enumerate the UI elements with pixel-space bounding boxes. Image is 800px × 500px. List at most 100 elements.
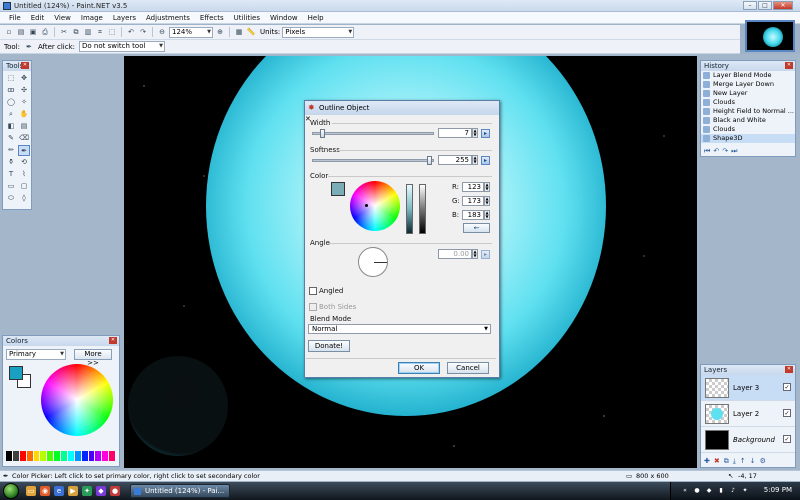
close-button[interactable]: ✕ bbox=[773, 1, 793, 10]
tray-app-icon[interactable]: ● bbox=[693, 487, 701, 495]
color-picker-tool-icon[interactable]: ✒ bbox=[18, 145, 30, 156]
undo-icon[interactable]: ↶ bbox=[126, 27, 136, 37]
rectangle-select-icon[interactable]: ⬚ bbox=[5, 73, 17, 84]
blend-mode-select[interactable]: Normal ▼ bbox=[308, 324, 491, 334]
close-icon[interactable]: ✕ bbox=[109, 337, 117, 344]
angle-spinner[interactable]: ▲ ▼ bbox=[472, 249, 478, 259]
media-icon[interactable]: ▶ bbox=[68, 486, 78, 496]
paste-icon[interactable]: ▥ bbox=[83, 27, 93, 37]
history-item[interactable]: Merge Layer Down bbox=[701, 80, 795, 89]
palette-swatch[interactable] bbox=[74, 451, 82, 461]
redo-icon[interactable]: ↷ bbox=[722, 146, 728, 156]
redo-icon[interactable]: ↷ bbox=[138, 27, 148, 37]
paintbrush-icon[interactable]: ✎ bbox=[5, 133, 17, 144]
value-slider[interactable] bbox=[419, 184, 426, 234]
pencil-icon[interactable]: ✏ bbox=[5, 145, 17, 156]
tray-chevron-icon[interactable]: « bbox=[681, 487, 689, 495]
start-button[interactable] bbox=[3, 483, 19, 499]
layer-visibility-checkbox[interactable]: ✓ bbox=[783, 383, 791, 391]
zoom-in-icon[interactable]: ⊕ bbox=[215, 27, 225, 37]
text-icon[interactable]: T bbox=[5, 169, 17, 180]
red-spinner[interactable]: ▲ ▼ bbox=[484, 182, 490, 192]
history-item[interactable]: Clouds bbox=[701, 125, 795, 134]
folder-icon[interactable]: ▭ bbox=[26, 486, 36, 496]
palette-swatch[interactable] bbox=[81, 451, 89, 461]
move-icon[interactable]: ✥ bbox=[18, 73, 30, 84]
copy-icon[interactable]: ⧉ bbox=[71, 27, 81, 37]
history-item[interactable]: Clouds bbox=[701, 98, 795, 107]
softness-slider[interactable] bbox=[312, 156, 434, 165]
firefox-icon[interactable]: ◉ bbox=[40, 486, 50, 496]
palette-swatch[interactable] bbox=[95, 451, 103, 461]
close-icon[interactable]: ✕ bbox=[21, 62, 29, 69]
maximize-button[interactable]: □ bbox=[758, 1, 772, 10]
layer-visibility-checkbox[interactable]: ✓ bbox=[783, 409, 791, 417]
palette-swatch[interactable] bbox=[6, 451, 13, 461]
palette-swatch[interactable] bbox=[33, 451, 41, 461]
recolor-icon[interactable]: ⟲ bbox=[18, 157, 30, 168]
menu-image[interactable]: Image bbox=[76, 14, 108, 22]
blue-spinner[interactable]: ▲ ▼ bbox=[484, 210, 490, 220]
reset-icon[interactable]: ▸ bbox=[481, 156, 490, 165]
eraser-icon[interactable]: ⌫ bbox=[18, 133, 30, 144]
browser-icon[interactable]: e bbox=[54, 486, 64, 496]
move-selection-icon[interactable]: ✣ bbox=[18, 85, 30, 96]
new-file-icon[interactable]: ▫ bbox=[4, 27, 14, 37]
print-icon[interactable]: ⎙ bbox=[40, 27, 50, 37]
palette-swatch[interactable] bbox=[102, 451, 110, 461]
both-sides-checkbox[interactable] bbox=[309, 303, 317, 311]
clone-stamp-icon[interactable]: ⚱ bbox=[5, 157, 17, 168]
layer-row[interactable]: Layer 3 ✓ bbox=[701, 375, 795, 401]
color-picker-icon[interactable]: ✒ bbox=[24, 42, 34, 52]
palette-swatch[interactable] bbox=[54, 451, 61, 461]
palette-swatch[interactable] bbox=[12, 451, 20, 461]
reset-icon[interactable]: ▸ bbox=[481, 129, 490, 138]
palette-swatch[interactable] bbox=[109, 451, 116, 461]
move-up-icon[interactable]: ↑ bbox=[740, 457, 746, 466]
cut-icon[interactable]: ✂ bbox=[59, 27, 69, 37]
dialog-color-wheel[interactable] bbox=[350, 181, 400, 231]
history-item[interactable]: New Layer bbox=[701, 89, 795, 98]
saturation-slider[interactable] bbox=[406, 184, 413, 234]
after-click-combo[interactable]: Do not switch tool ▼ bbox=[79, 41, 166, 52]
zoom-out-icon[interactable]: ⊖ bbox=[157, 27, 167, 37]
menu-adjustments[interactable]: Adjustments bbox=[141, 14, 195, 22]
palette-swatch[interactable] bbox=[88, 451, 96, 461]
menu-file[interactable]: File bbox=[4, 14, 26, 22]
minimize-button[interactable]: – bbox=[743, 1, 757, 10]
tray-app-icon[interactable]: ✦ bbox=[741, 487, 749, 495]
green-spinner[interactable]: ▲ ▼ bbox=[484, 196, 490, 206]
paint-bucket-icon[interactable]: ◧ bbox=[5, 121, 17, 132]
softness-slider-knob[interactable] bbox=[427, 156, 432, 165]
history-item[interactable]: Height Field to Normal ... bbox=[701, 107, 795, 116]
menu-utilities[interactable]: Utilities bbox=[229, 14, 265, 22]
ellipse-select-icon[interactable]: ◯ bbox=[5, 97, 17, 108]
layer-properties-icon[interactable]: ⚙ bbox=[760, 457, 766, 466]
palette-swatch[interactable] bbox=[47, 451, 55, 461]
zoom-icon[interactable]: ⌕ bbox=[5, 109, 17, 120]
deselect-icon[interactable]: ⬚ bbox=[107, 27, 117, 37]
zoom-combo[interactable]: 124% ▼ bbox=[169, 26, 213, 38]
taskbar-paintnet-button[interactable]: Untitled (124%) - Pai... bbox=[130, 484, 230, 498]
merge-layer-icon[interactable]: ⤓ bbox=[733, 457, 736, 466]
palette-swatch[interactable] bbox=[19, 451, 27, 461]
menu-effects[interactable]: Effects bbox=[195, 14, 229, 22]
units-combo[interactable]: Pixels ▼ bbox=[282, 26, 355, 38]
lasso-icon[interactable]: ꝏ bbox=[5, 85, 17, 96]
rounded-rectangle-icon[interactable]: ▢ bbox=[18, 181, 30, 192]
red-input[interactable]: 123 bbox=[462, 182, 484, 192]
open-file-icon[interactable]: ▤ bbox=[16, 27, 26, 37]
menu-edit[interactable]: Edit bbox=[26, 14, 50, 22]
history-item-selected[interactable]: Shape3D bbox=[701, 134, 795, 143]
pan-icon[interactable]: ✋ bbox=[18, 109, 30, 120]
image-thumbnail[interactable] bbox=[745, 20, 795, 52]
ellipse-shape-icon[interactable]: ⬭ bbox=[5, 193, 17, 204]
angle-input[interactable]: 0.00 bbox=[438, 249, 472, 259]
line-curve-icon[interactable]: ⌇ bbox=[18, 169, 30, 180]
menu-view[interactable]: View bbox=[49, 14, 76, 22]
color-palette[interactable] bbox=[6, 451, 116, 461]
rectangle-shape-icon[interactable]: ▭ bbox=[5, 181, 17, 192]
menu-layers[interactable]: Layers bbox=[108, 14, 141, 22]
softness-spinner[interactable]: ▲ ▼ bbox=[472, 155, 478, 165]
move-down-icon[interactable]: ↓ bbox=[750, 457, 756, 466]
